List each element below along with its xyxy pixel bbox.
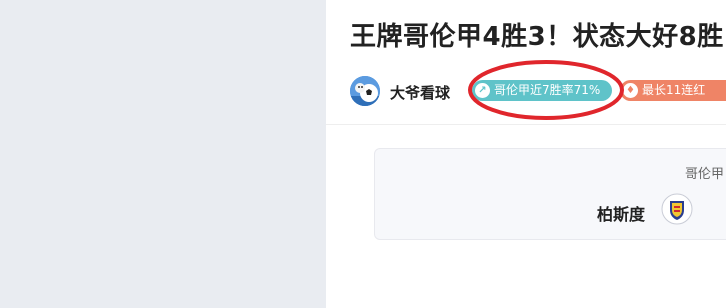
- header-divider: [326, 124, 726, 125]
- streak-badge[interactable]: ♦ 最长11连红: [620, 80, 726, 101]
- match-card[interactable]: 哥伦甲 柏斯度: [374, 148, 726, 240]
- left-sidebar-background: [0, 0, 326, 308]
- league-name: 哥伦甲: [685, 167, 725, 182]
- streak-badge-label: 最长11连红: [642, 83, 706, 97]
- home-team-name: 柏斯度: [597, 205, 646, 224]
- winrate-badge-label: 哥伦甲近7胜率71%: [494, 83, 601, 97]
- article-panel: 王牌哥伦甲4胜3！状态大好8胜 大爷看球 ↗ 哥伦甲近7胜率71% ♦ 最长11…: [326, 0, 726, 308]
- author-avatar[interactable]: [350, 76, 380, 106]
- author-name[interactable]: 大爷看球: [390, 82, 450, 103]
- flame-icon: ♦: [623, 83, 638, 98]
- up-arrow-icon: ↗: [475, 83, 490, 98]
- article-title: 王牌哥伦甲4胜3！状态大好8胜: [350, 22, 724, 52]
- football-avatar-icon: [350, 76, 380, 106]
- winrate-badge[interactable]: ↗ 哥伦甲近7胜率71%: [472, 80, 612, 101]
- team-crest-icon: [661, 193, 693, 225]
- author-meta-row: 大爷看球 ↗ 哥伦甲近7胜率71% ♦ 最长11连红: [350, 74, 726, 108]
